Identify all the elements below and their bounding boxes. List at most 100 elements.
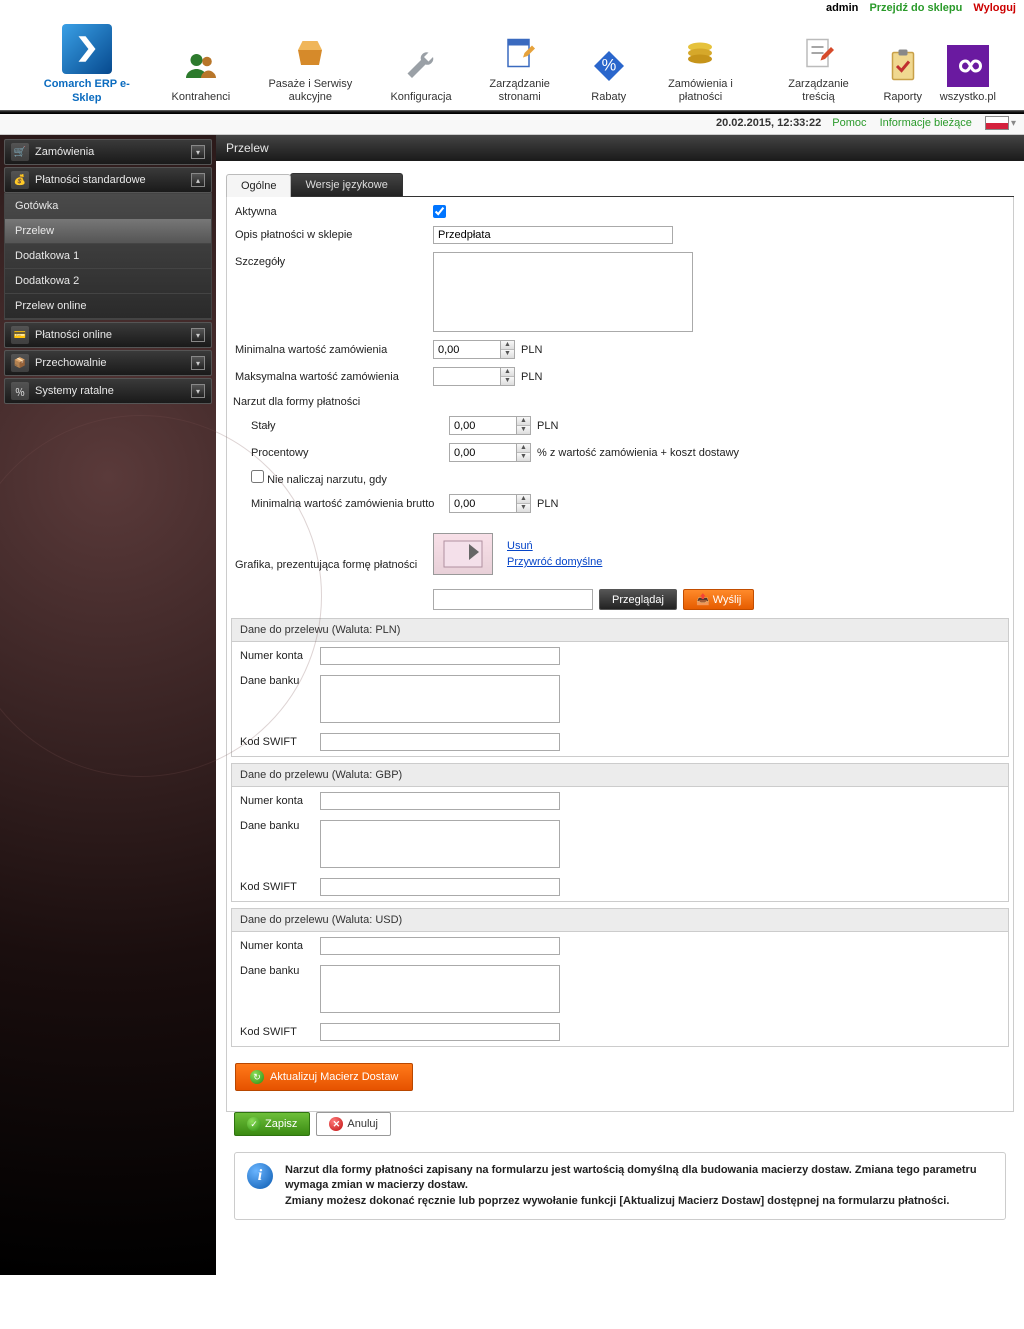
check-icon: ✓ xyxy=(247,1117,261,1131)
goto-shop-link[interactable]: Przejdź do sklepu xyxy=(869,2,962,14)
nav-tresc[interactable]: Zarządzanie treścią xyxy=(763,32,874,104)
proc-suffix: % z wartość zamówienia + koszt dostawy xyxy=(537,447,739,459)
swift-input[interactable] xyxy=(320,733,560,751)
numer-input[interactable] xyxy=(320,647,560,665)
spinner[interactable]: ▲▼ xyxy=(501,340,515,359)
nienaliczaj-checkbox[interactable] xyxy=(251,470,264,483)
bank-label: Dane banku xyxy=(240,965,320,977)
expand-icon: ▾ xyxy=(191,328,205,342)
currency-label: PLN xyxy=(521,344,542,356)
browse-button[interactable]: Przeglądaj xyxy=(599,589,677,610)
narzut-header: Narzut dla formy płatności xyxy=(233,396,1013,408)
min-brutto-label: Minimalna wartość zamówienia brutto xyxy=(233,498,449,510)
nav-wszystko[interactable]: wszystko.pl xyxy=(932,45,1004,104)
collapse-icon: ▴ xyxy=(191,173,205,187)
numer-label: Numer konta xyxy=(240,650,320,662)
transfer-group-1: Dane do przelewu (Waluta: GBP)Numer kont… xyxy=(231,763,1009,902)
sidebar-item-przelew[interactable]: Przelew xyxy=(5,219,211,244)
refresh-icon: ↻ xyxy=(250,1070,264,1084)
spinner[interactable]: ▲▼ xyxy=(501,367,515,386)
spinner[interactable]: ▲▼ xyxy=(517,443,531,462)
nav-pasaze[interactable]: Pasaże i Serwisy aukcyjne xyxy=(238,32,382,104)
logout-link[interactable]: Wyloguj xyxy=(973,2,1016,14)
help-link[interactable]: Pomoc xyxy=(832,117,866,129)
min-input[interactable] xyxy=(433,340,501,359)
bank-textarea[interactable] xyxy=(320,820,560,868)
nienaliczaj-label: Nie naliczaj narzutu, gdy xyxy=(267,474,387,486)
close-icon: ✕ xyxy=(329,1117,343,1131)
info-line2: Zmiany możesz dokonać ręcznie lub poprze… xyxy=(285,1194,993,1209)
swift-input[interactable] xyxy=(320,878,560,896)
top-bar: admin Przejdź do sklepu Wyloguj xyxy=(0,0,1024,16)
nav-konfiguracja[interactable]: Konfiguracja xyxy=(382,45,459,104)
numer-input[interactable] xyxy=(320,937,560,955)
aktualizuj-button[interactable]: ↻Aktualizuj Macierz Dostaw xyxy=(235,1063,413,1091)
infinity-icon xyxy=(947,45,989,87)
coins-icon xyxy=(679,32,721,74)
transfer-group-0: Dane do przelewu (Waluta: PLN)Numer kont… xyxy=(231,618,1009,757)
datetime-label: 20.02.2015, 12:33:22 xyxy=(716,117,821,129)
currency-label: PLN xyxy=(537,420,558,432)
opis-input[interactable] xyxy=(433,226,673,244)
meta-bar: 20.02.2015, 12:33:22 Pomoc Informacje bi… xyxy=(0,114,1024,135)
grafika-label: Grafika, prezentująca formę płatności xyxy=(233,559,433,575)
min-brutto-input[interactable] xyxy=(449,494,517,513)
max-input[interactable] xyxy=(433,367,501,386)
logo-icon xyxy=(62,24,112,74)
upload-button[interactable]: 📤 Wyślij xyxy=(683,589,754,610)
spinner[interactable]: ▲▼ xyxy=(517,416,531,435)
staly-input[interactable] xyxy=(449,416,517,435)
bank-textarea[interactable] xyxy=(320,675,560,723)
sidebar-platnosci-std[interactable]: 💰Płatności standardowe▴ xyxy=(4,167,212,193)
przywroc-link[interactable]: Przywróć domyślne xyxy=(507,556,602,568)
save-button[interactable]: ✓Zapisz xyxy=(234,1112,310,1136)
sidebar-item-gotowka[interactable]: Gotówka xyxy=(5,194,211,219)
nav-raporty[interactable]: Raporty xyxy=(874,45,932,104)
payment-graphic-thumb xyxy=(433,533,493,575)
proc-input[interactable] xyxy=(449,443,517,462)
sidebar-item-przelew-online[interactable]: Przelew online xyxy=(5,294,211,319)
szczegoly-label: Szczegóły xyxy=(233,252,433,268)
coins-icon: 💰 xyxy=(11,171,29,189)
expand-icon: ▾ xyxy=(191,145,205,159)
current-info-link[interactable]: Informacje bieżące xyxy=(880,117,972,129)
spinner[interactable]: ▲▼ xyxy=(517,494,531,513)
clipboard-icon xyxy=(882,45,924,87)
bank-label: Dane banku xyxy=(240,820,320,832)
page-edit-icon xyxy=(499,32,541,74)
numer-input[interactable] xyxy=(320,792,560,810)
sidebar-item-dodatkowa2[interactable]: Dodatkowa 2 xyxy=(5,269,211,294)
main-content: Przelew Ogólne Wersje językowe Aktywna O… xyxy=(216,135,1024,1275)
flag-icon[interactable] xyxy=(985,116,1009,130)
chevron-down-icon[interactable]: ▾ xyxy=(1011,118,1016,129)
nav-rabaty[interactable]: %Rabaty xyxy=(580,45,638,104)
szczegoly-textarea[interactable] xyxy=(433,252,693,332)
info-line1: Narzut dla formy płatności zapisany na f… xyxy=(285,1163,993,1194)
sidebar-item-dodatkowa1[interactable]: Dodatkowa 1 xyxy=(5,244,211,269)
swift-input[interactable] xyxy=(320,1023,560,1041)
bank-textarea[interactable] xyxy=(320,965,560,1013)
nav-kontrahenci[interactable]: Kontrahenci xyxy=(164,45,239,104)
currency-label: PLN xyxy=(537,498,558,510)
numer-label: Numer konta xyxy=(240,940,320,952)
sidebar-zamowienia[interactable]: 🛒Zamówienia▾ xyxy=(4,139,212,165)
sidebar-platnosci-online[interactable]: 💳Płatności online▾ xyxy=(4,322,212,348)
swift-label: Kod SWIFT xyxy=(240,881,320,893)
swift-label: Kod SWIFT xyxy=(240,736,320,748)
sidebar-przechowalnie[interactable]: 📦Przechowalnie▾ xyxy=(4,350,212,376)
sidebar-systemy-ratalne[interactable]: ％Systemy ratalne▾ xyxy=(4,378,212,404)
usun-link[interactable]: Usuń xyxy=(507,540,602,552)
info-box: i Narzut dla formy płatności zapisany na… xyxy=(234,1152,1006,1220)
logo-link[interactable]: Comarch ERP e-Sklep xyxy=(30,24,144,104)
cancel-button[interactable]: ✕Anuluj xyxy=(316,1112,391,1136)
nav-zamowienia[interactable]: Zamówienia i płatności xyxy=(638,32,764,104)
upload-path-input[interactable] xyxy=(433,589,593,610)
nav-strony[interactable]: Zarządzanie stronami xyxy=(460,32,580,104)
tab-wersje[interactable]: Wersje językowe xyxy=(290,173,402,196)
aktywna-checkbox[interactable] xyxy=(433,205,446,218)
bank-label: Dane banku xyxy=(240,675,320,687)
group-header: Dane do przelewu (Waluta: USD) xyxy=(232,909,1008,932)
username-label: admin xyxy=(826,2,858,14)
box-icon: 📦 xyxy=(11,354,29,372)
tab-ogolne[interactable]: Ogólne xyxy=(226,174,291,197)
